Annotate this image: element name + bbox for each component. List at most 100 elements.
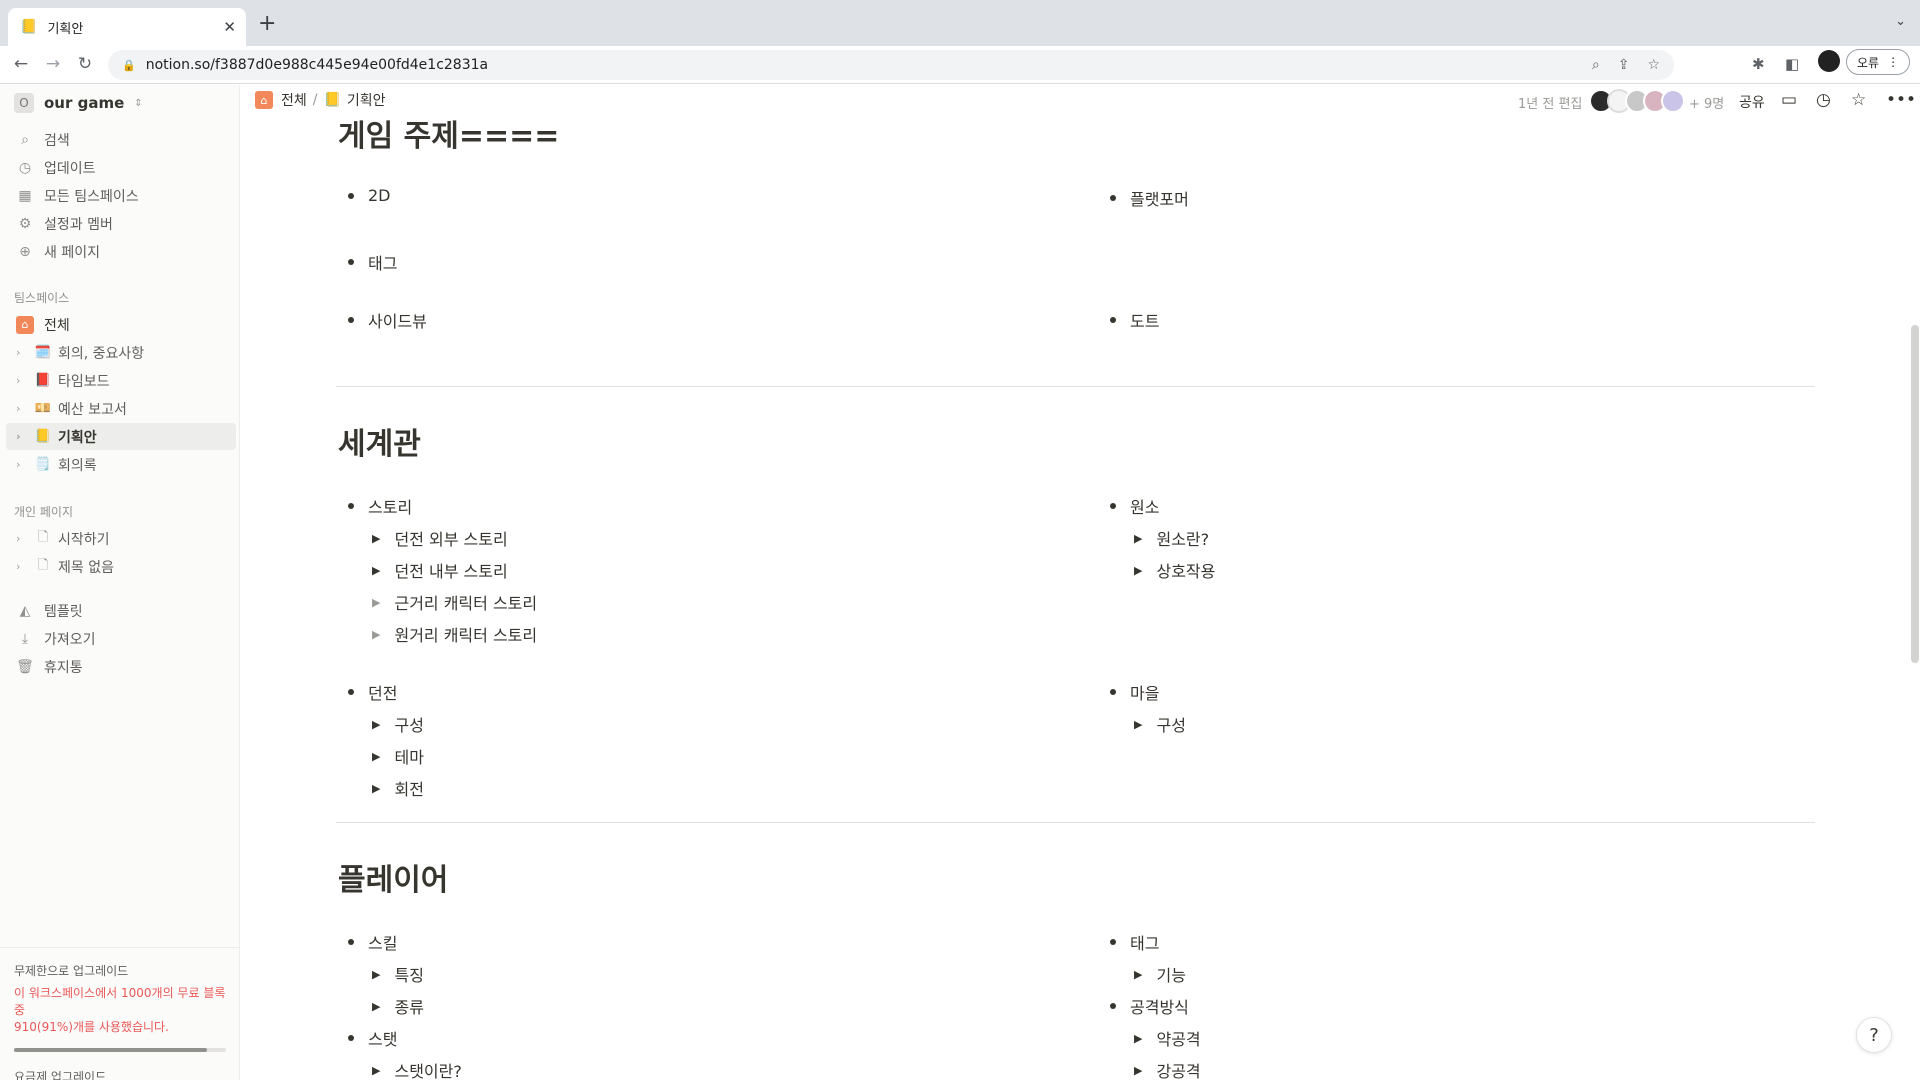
toggle-item[interactable]: ▶ 구성 [372,712,424,736]
list-item[interactable]: 스탯 [348,1026,397,1050]
chevron-right-icon[interactable]: › [16,560,30,573]
sidebar-item-search[interactable]: ⌕ 검색 [6,126,236,153]
favorite-icon[interactable]: ☆ [1851,90,1866,110]
sidebar-item-meetings[interactable]: › 🗓️ 회의, 중요사항 [6,339,236,366]
chevron-right-icon[interactable]: › [16,346,30,359]
sidebar-item-teamspace-home[interactable]: ⌂ 전체 [6,311,236,338]
sidebar-item-trash[interactable]: 🗑 휴지통 [6,653,236,680]
chevron-right-icon[interactable]: › [16,374,30,387]
toggle-item[interactable]: ▶ 기능 [1134,962,1186,986]
toggle-item[interactable]: ▶ 회전 [372,776,424,800]
chevron-right-icon[interactable]: › [16,458,30,471]
reload-icon[interactable]: ↻ [74,54,96,74]
toggle-triangle-icon[interactable]: ▶ [372,564,380,577]
address-bar[interactable]: 🔒 notion.so/f3887d0e988c445e94e00fd4e1c2… [108,50,1674,80]
chevron-down-icon[interactable]: ⌄ [1895,14,1906,29]
toggle-triangle-icon[interactable]: ▶ [372,596,380,609]
toggle-triangle-icon[interactable]: ▶ [372,628,380,641]
toggle-triangle-icon[interactable]: ▶ [1134,718,1142,731]
toggle-item[interactable]: ▶ 원거리 캐릭터 스토리 [372,622,537,646]
toggle-triangle-icon[interactable]: ▶ [1134,1032,1142,1045]
list-item[interactable]: 스토리 [348,494,412,518]
list-item[interactable]: 2D [348,186,391,205]
toggle-triangle-icon[interactable]: ▶ [372,532,380,545]
toggle-item[interactable]: ▶ 근거리 캐릭터 스토리 [372,590,537,614]
list-item[interactable]: 도트 [1110,308,1159,332]
toggle-item[interactable]: ▶ 상호작용 [1134,558,1215,582]
sidebar-item-import[interactable]: ⤓ 가져오기 [6,625,236,652]
toggle-item[interactable]: ▶ 원소란? [1134,526,1209,550]
heading-player[interactable]: 플레이어 [338,855,448,899]
bullet-dot [1110,939,1116,945]
share-button[interactable]: 공유 [1739,92,1765,112]
sidebar-item-all-teamspaces[interactable]: ▦ 모든 팀스페이스 [6,182,236,209]
breadcrumb-home[interactable]: 전체 [281,90,307,110]
toggle-triangle-icon[interactable]: ▶ [1134,968,1142,981]
toggle-triangle-icon[interactable]: ▶ [1134,532,1142,545]
sidebar-item-timeboard[interactable]: › 📕 타임보드 [6,367,236,394]
sidebar-item-settings[interactable]: ⚙ 설정과 멤버 [6,210,236,237]
back-icon[interactable]: ← [10,54,32,74]
star-icon[interactable]: ☆ [1647,57,1660,73]
toggle-item[interactable]: ▶ 종류 [372,994,424,1018]
list-item[interactable]: 던전 [348,680,397,704]
breadcrumb-page[interactable]: 기획안 [347,90,386,110]
list-item[interactable]: 스킬 [348,930,397,954]
toggle-item[interactable]: ▶ 테마 [372,744,424,768]
toggle-item[interactable]: ▶ 스탯이란? [372,1058,462,1080]
side-panel-icon[interactable]: ◧ [1785,55,1799,73]
history-icon[interactable]: ◷ [1816,90,1831,110]
comment-icon[interactable]: ▭ [1781,90,1797,110]
toggle-triangle-icon[interactable]: ▶ [1134,1064,1142,1077]
sidebar-item-plan[interactable]: › 📒 기획안 [6,423,236,450]
chevron-right-icon[interactable]: › [16,532,30,545]
sidebar-item-untitled[interactable]: › 🗋 제목 없음 [6,553,236,580]
toggle-triangle-icon[interactable]: ▶ [372,968,380,981]
heading-game-theme[interactable]: 게임 주제==== [338,117,559,155]
error-button[interactable]: 오류 ⋮ [1846,49,1911,75]
list-item[interactable]: 공격방식 [1110,994,1189,1018]
sidebar-item-new-page[interactable]: ⊕ 새 페이지 [6,238,236,265]
toggle-triangle-icon[interactable]: ▶ [1134,564,1142,577]
list-item[interactable]: 마을 [1110,680,1159,704]
profile-avatar[interactable] [1818,50,1840,72]
list-item[interactable]: 플랫포머 [1110,186,1189,210]
list-item[interactable]: 원소 [1110,494,1159,518]
toggle-item[interactable]: ▶ 구성 [1134,712,1186,736]
list-item[interactable]: 사이드뷰 [348,308,427,332]
forward-icon[interactable]: → [42,54,64,74]
new-tab-icon[interactable]: + [258,12,276,36]
extensions-icon[interactable]: ✱ [1752,55,1765,73]
sidebar-item-getting-started[interactable]: › 🗋 시작하기 [6,525,236,552]
toggle-triangle-icon[interactable]: ▶ [372,782,380,795]
chevron-right-icon[interactable]: › [16,402,30,415]
toggle-triangle-icon[interactable]: ▶ [372,1000,380,1013]
sidebar-item-updates[interactable]: ◷ 업데이트 [6,154,236,181]
toggle-item[interactable]: ▶ 특징 [372,962,424,986]
toggle-item[interactable]: ▶ 약공격 [1134,1026,1201,1050]
close-icon[interactable]: ✕ [223,18,236,36]
zoom-icon[interactable]: ⌕ [1592,57,1600,73]
share-icon[interactable]: ⇪ [1618,57,1630,73]
more-collaborators[interactable]: + 9명 [1689,93,1724,112]
toggle-item[interactable]: ▶ 강공격 [1134,1058,1201,1080]
sidebar-item-templates[interactable]: ◭ 템플릿 [6,597,236,624]
chevron-right-icon[interactable]: › [16,430,30,443]
toggle-item[interactable]: ▶ 던전 외부 스토리 [372,526,508,550]
toggle-item[interactable]: ▶ 던전 내부 스토리 [372,558,508,582]
help-button[interactable]: ? [1856,1017,1892,1053]
sidebar-item-minutes[interactable]: › 🗒️ 회의록 [6,451,236,478]
scrollbar[interactable] [1911,325,1919,663]
heading-worldview[interactable]: 세계관 [338,419,421,463]
upgrade-link[interactable]: 요금제 업그레이드 [14,1068,226,1080]
toggle-triangle-icon[interactable]: ▶ [372,750,380,763]
toggle-triangle-icon[interactable]: ▶ [372,718,380,731]
toggle-triangle-icon[interactable]: ▶ [372,1064,380,1077]
url-text[interactable]: notion.so/f3887d0e988c445e94e00fd4e1c283… [146,57,1574,73]
browser-tab[interactable]: 📒 기획안 ✕ [8,8,246,46]
workspace-switcher[interactable]: O our game ⇕ [14,93,143,113]
list-item[interactable]: 태그 [1110,930,1159,954]
list-item[interactable]: 태그 [348,250,397,274]
more-icon[interactable]: ••• [1886,90,1916,110]
sidebar-item-budget[interactable]: › 💴 예산 보고서 [6,395,236,422]
